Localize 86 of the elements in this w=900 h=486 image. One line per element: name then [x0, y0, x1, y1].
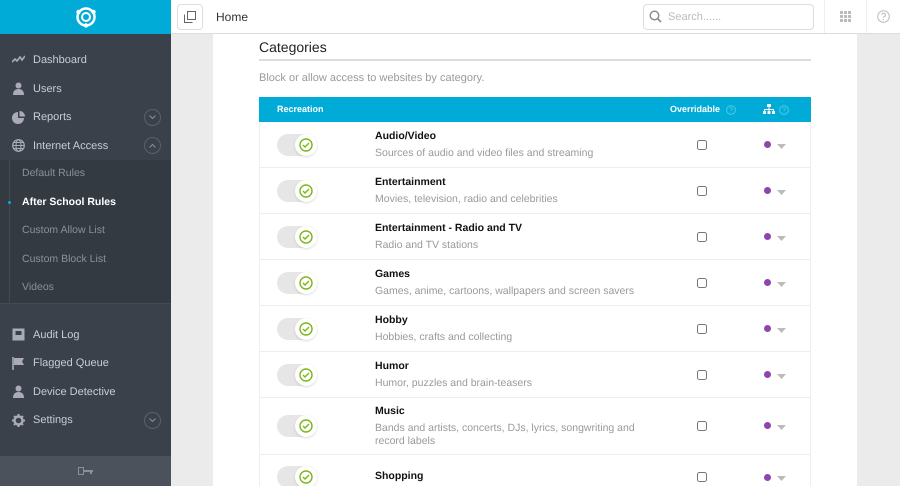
globe-icon [12, 139, 25, 152]
category-name: Entertainment - Radio and TV [375, 221, 524, 236]
user-icon [12, 82, 25, 96]
overridable-checkbox[interactable] [697, 324, 707, 334]
dropdown-caret-icon[interactable] [777, 236, 786, 240]
category-name: Audio/Video [375, 129, 438, 144]
category-name: Humor [375, 359, 410, 374]
sidebar-item[interactable]: Dashboard [0, 46, 171, 74]
overridable-checkbox[interactable] [697, 186, 707, 196]
dropdown-caret-icon[interactable] [777, 424, 786, 430]
category-description: Movies, television, radio and celebrities [375, 192, 559, 206]
key-icon[interactable] [78, 467, 94, 475]
search-icon [649, 10, 662, 22]
sidebar-item[interactable]: Internet Access [0, 132, 171, 160]
section-description: Block or allow access to websites by category. [259, 71, 486, 85]
dropdown-caret-icon[interactable] [777, 374, 786, 378]
flag-icon [12, 356, 25, 370]
toggle-switch[interactable] [277, 414, 317, 437]
category-name: Games [375, 267, 412, 282]
collapse-chevron-icon[interactable] [144, 137, 161, 154]
overridable-checkbox[interactable] [697, 472, 707, 482]
sidebar-item[interactable]: Device Detective [0, 378, 171, 406]
category-name: Music [375, 404, 406, 419]
logo-icon [74, 5, 98, 29]
overridable-checkbox[interactable] [697, 278, 707, 288]
document-icon [12, 328, 25, 342]
help-icon[interactable] [726, 104, 736, 114]
toggle-switch[interactable] [277, 318, 317, 340]
dropdown-caret-icon[interactable] [777, 144, 786, 148]
check-circle-icon [299, 276, 313, 290]
expand-chevron-icon[interactable] [144, 108, 161, 126]
hierarchy-icon [763, 104, 775, 115]
sidebar-subitem[interactable]: After School Rules [10, 188, 171, 217]
category-description: Sources of audio and video files and streaming [375, 146, 594, 160]
sidebar-subitem[interactable]: Default Rules [10, 160, 171, 188]
category-name: Entertainment [375, 175, 447, 190]
check-circle-icon [299, 138, 313, 152]
sidebar-item[interactable]: Audit Log [0, 320, 171, 349]
toggle-switch[interactable] [277, 180, 317, 202]
user-icon [12, 385, 25, 398]
overridable-checkbox[interactable] [697, 140, 707, 150]
category-description: Bands and artists, concerts, DJs, lyrics, songwriting and record labels [375, 422, 635, 448]
overridable-checkbox[interactable] [697, 370, 707, 380]
apps-grid-icon[interactable] [840, 11, 851, 22]
sidebar-subitem[interactable]: Custom Block List [10, 246, 171, 274]
sidebar-subitem[interactable]: Custom Allow List [10, 217, 171, 246]
check-circle-icon [299, 230, 313, 244]
check-circle-icon [299, 470, 313, 484]
dropdown-caret-icon[interactable] [777, 476, 786, 482]
sidebar-item[interactable]: Flagged Queue [0, 349, 171, 378]
expand-chevron-icon[interactable] [144, 412, 161, 429]
toggle-switch[interactable] [277, 134, 317, 156]
overridable-checkbox[interactable] [697, 420, 707, 431]
help-icon[interactable] [779, 104, 789, 114]
help-icon[interactable] [877, 10, 890, 23]
dropdown-caret-icon[interactable] [777, 190, 786, 194]
dropdown-caret-icon[interactable] [777, 328, 786, 332]
dropdown-caret-icon[interactable] [777, 282, 786, 286]
category-name: Shopping [375, 469, 424, 484]
search-field[interactable]: Search...... [643, 4, 814, 30]
overridable-checkbox[interactable] [697, 232, 707, 242]
window-toggle-button[interactable] [177, 4, 203, 30]
toggle-switch[interactable] [277, 272, 317, 294]
category-description: Humor, puzzles and brain-teasers [375, 376, 533, 390]
category-description: Hobbies, crafts and collecting [375, 330, 514, 344]
category-name: Hobby [375, 313, 409, 328]
toggle-switch[interactable] [277, 226, 317, 248]
pie-chart-icon [12, 110, 25, 124]
column-header: Recreation [277, 102, 325, 116]
copy-icon [184, 10, 196, 22]
sidebar-item[interactable]: Users [0, 74, 171, 103]
category-description: Radio and TV stations [375, 238, 480, 252]
toggle-switch[interactable] [277, 466, 317, 486]
sidebar-item[interactable]: Settings [0, 406, 171, 434]
check-circle-icon [299, 184, 313, 198]
column-header: Overridable [670, 102, 720, 116]
check-circle-icon [299, 418, 313, 433]
check-circle-icon [299, 322, 313, 336]
toggle-switch[interactable] [277, 364, 317, 386]
breadcrumb[interactable]: Home [216, 8, 248, 26]
check-circle-icon [299, 368, 313, 382]
section-title: Categories [259, 38, 811, 61]
sidebar-item[interactable]: Reports [0, 103, 171, 132]
settings-icon [12, 414, 25, 427]
category-description: Games, anime, cartoons, wallpapers and screen savers [375, 284, 635, 298]
sidebar-subitem[interactable]: Videos [10, 274, 171, 302]
